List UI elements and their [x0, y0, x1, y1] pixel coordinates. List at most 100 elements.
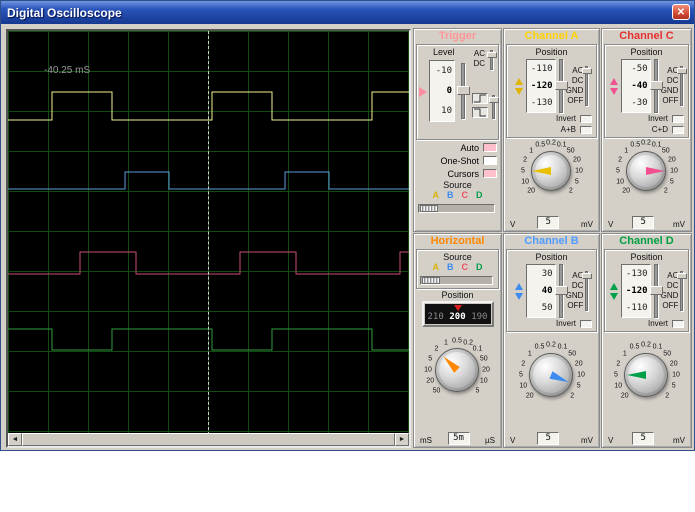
channel-a-invert-row[interactable]: Invert: [508, 113, 595, 124]
channel-a-coupling-switch[interactable]: [585, 66, 588, 106]
channel-b-invert-switch[interactable]: [580, 320, 592, 328]
trigger-level-slider[interactable]: [461, 63, 465, 119]
trigger-mode-oneshot[interactable]: One-Shot: [416, 154, 499, 167]
trigger-mode-auto[interactable]: Auto: [416, 141, 499, 154]
knob-face[interactable]: [529, 353, 573, 397]
channel-d-gain-knob[interactable]: V 5 mV 20105210.50.20.150201052: [604, 333, 689, 446]
knob-face[interactable]: [531, 151, 571, 191]
scope-scrollbar[interactable]: ◄ ►: [8, 433, 409, 446]
ac-label: AC: [566, 271, 584, 281]
scrollbar-thumb[interactable]: [22, 433, 395, 446]
trigger-level-slider-thumb[interactable]: [457, 86, 470, 95]
off-label: OFF: [661, 96, 679, 106]
channel-a-position-arrows[interactable]: [515, 78, 523, 95]
position-label: Position: [508, 47, 595, 57]
channel-b-gain-knob[interactable]: V 5 mV 20105210.50.20.150201052: [506, 333, 597, 446]
trigger-edge-switch[interactable]: [492, 95, 495, 119]
channel-c-coupling-switch[interactable]: [680, 66, 683, 106]
knob-scale-label: 5: [670, 178, 674, 185]
trigger-coupling-thumb[interactable]: [487, 52, 497, 58]
falling-edge-icon[interactable]: [472, 107, 488, 118]
channel-b-position-slider[interactable]: [559, 264, 563, 318]
trigger-mode-cursors[interactable]: Cursors: [416, 167, 499, 180]
auto-indicator[interactable]: [483, 143, 497, 152]
trigger-source-slider[interactable]: [418, 204, 495, 213]
channel-b-position-arrows[interactable]: [515, 283, 523, 300]
horizontal-source-thumb[interactable]: [422, 277, 440, 284]
channel-b-title: Channel B: [506, 235, 597, 248]
knob-pointer-icon: [441, 354, 460, 373]
cursors-label: Cursors: [447, 169, 479, 179]
channel-c-gain-knob[interactable]: V 5 mV 20105210.50.20.150201052: [604, 139, 689, 230]
position-value: 30: [527, 269, 553, 279]
channel-c-position-slider[interactable]: [654, 59, 658, 113]
channel-b-position-thumb[interactable]: [555, 286, 568, 295]
channel-d-coupling-labels: AC DC GND OFF: [661, 271, 679, 311]
channel-d-coupling-switch[interactable]: [680, 271, 683, 311]
time-cursor[interactable]: [208, 31, 209, 435]
source-c-label: C: [462, 262, 469, 274]
channel-d-position-arrows[interactable]: [610, 283, 618, 300]
knob-face[interactable]: [435, 348, 479, 392]
trigger-source-thumb[interactable]: [420, 205, 438, 212]
channel-c-coupling-thumb[interactable]: [677, 68, 687, 74]
channel-c-invert-row[interactable]: Invert: [606, 113, 687, 124]
knob-scale-label: 0.2: [641, 140, 651, 147]
knob-face[interactable]: [626, 151, 666, 191]
knob-scale-label: 2: [616, 360, 620, 367]
knob-scale-label: 5: [616, 168, 620, 175]
knob-scale-label: 50: [663, 350, 671, 357]
rising-edge-icon[interactable]: [472, 93, 488, 104]
trigger-level-arrow-icon[interactable]: [419, 87, 427, 97]
channel-a-sum-row[interactable]: A+B: [508, 124, 595, 135]
channel-c-position-thumb[interactable]: [650, 81, 663, 90]
knob-scale-label: 0.5: [630, 142, 640, 149]
channel-c-sum-switch[interactable]: [672, 126, 684, 134]
up-arrow-icon: [515, 283, 523, 290]
knob-scale-label: 50: [567, 148, 575, 155]
knob-face[interactable]: [624, 353, 668, 397]
knob-scale-label: 10: [672, 372, 680, 379]
trigger-edge-thumb[interactable]: [489, 97, 499, 103]
timebase-knob[interactable]: mS 5m µS 5020105210.50.20.15020105: [416, 328, 499, 446]
trigger-coupling-switch[interactable]: [490, 50, 493, 70]
channel-c-position-arrows[interactable]: [610, 78, 618, 95]
position-value: -110: [527, 64, 553, 74]
channel-d-position-thumb[interactable]: [650, 286, 663, 295]
cursors-indicator[interactable]: [483, 169, 497, 178]
source-a-label: A: [433, 190, 440, 202]
dc-label: DC: [566, 76, 584, 86]
down-arrow-icon: [610, 293, 618, 300]
scroll-right-button[interactable]: ►: [395, 433, 409, 446]
channel-b-invert-row[interactable]: Invert: [508, 318, 595, 329]
channel-b-coupling-thumb[interactable]: [582, 273, 592, 279]
channel-b-coupling-switch[interactable]: [585, 271, 588, 311]
channel-d-position-slider[interactable]: [654, 264, 658, 318]
channel-a-position-slider[interactable]: [559, 59, 563, 113]
channel-c-invert-switch[interactable]: [672, 115, 684, 123]
channel-a-gain-knob[interactable]: V 5 mV 20105210.50.20.150201052: [506, 139, 597, 230]
trigger-ac-label: AC: [473, 49, 485, 59]
channel-a-sum-switch[interactable]: [580, 126, 592, 134]
channel-d-coupling-thumb[interactable]: [677, 273, 687, 279]
knob-scale-label: 0.1: [557, 142, 567, 149]
source-b-label: B: [447, 262, 454, 274]
scope-display: -40.25 mS ◄ ►: [6, 29, 411, 448]
channel-a-position-thumb[interactable]: [555, 81, 568, 90]
oneshot-indicator[interactable]: [483, 156, 497, 165]
knob-scale-label: 10: [480, 378, 488, 385]
scroll-left-button[interactable]: ◄: [8, 433, 22, 446]
position-value: -30: [622, 98, 648, 108]
horizontal-source-group: Source A B C D: [416, 249, 499, 289]
channel-d-invert-switch[interactable]: [672, 320, 684, 328]
knob-scale-label: 2: [435, 346, 439, 353]
horizontal-source-slider[interactable]: [420, 276, 493, 285]
unit-left-label: V: [510, 220, 515, 229]
channel-a-coupling-thumb[interactable]: [582, 68, 592, 74]
channel-a-invert-switch[interactable]: [580, 115, 592, 123]
close-button[interactable]: ✕: [672, 4, 690, 20]
titlebar[interactable]: Digital Oscilloscope ✕: [1, 1, 694, 24]
channel-c-sum-row[interactable]: C+D: [606, 124, 687, 135]
channel-d-invert-row[interactable]: Invert: [606, 318, 687, 329]
knob-scale-label: 0.1: [653, 344, 663, 351]
